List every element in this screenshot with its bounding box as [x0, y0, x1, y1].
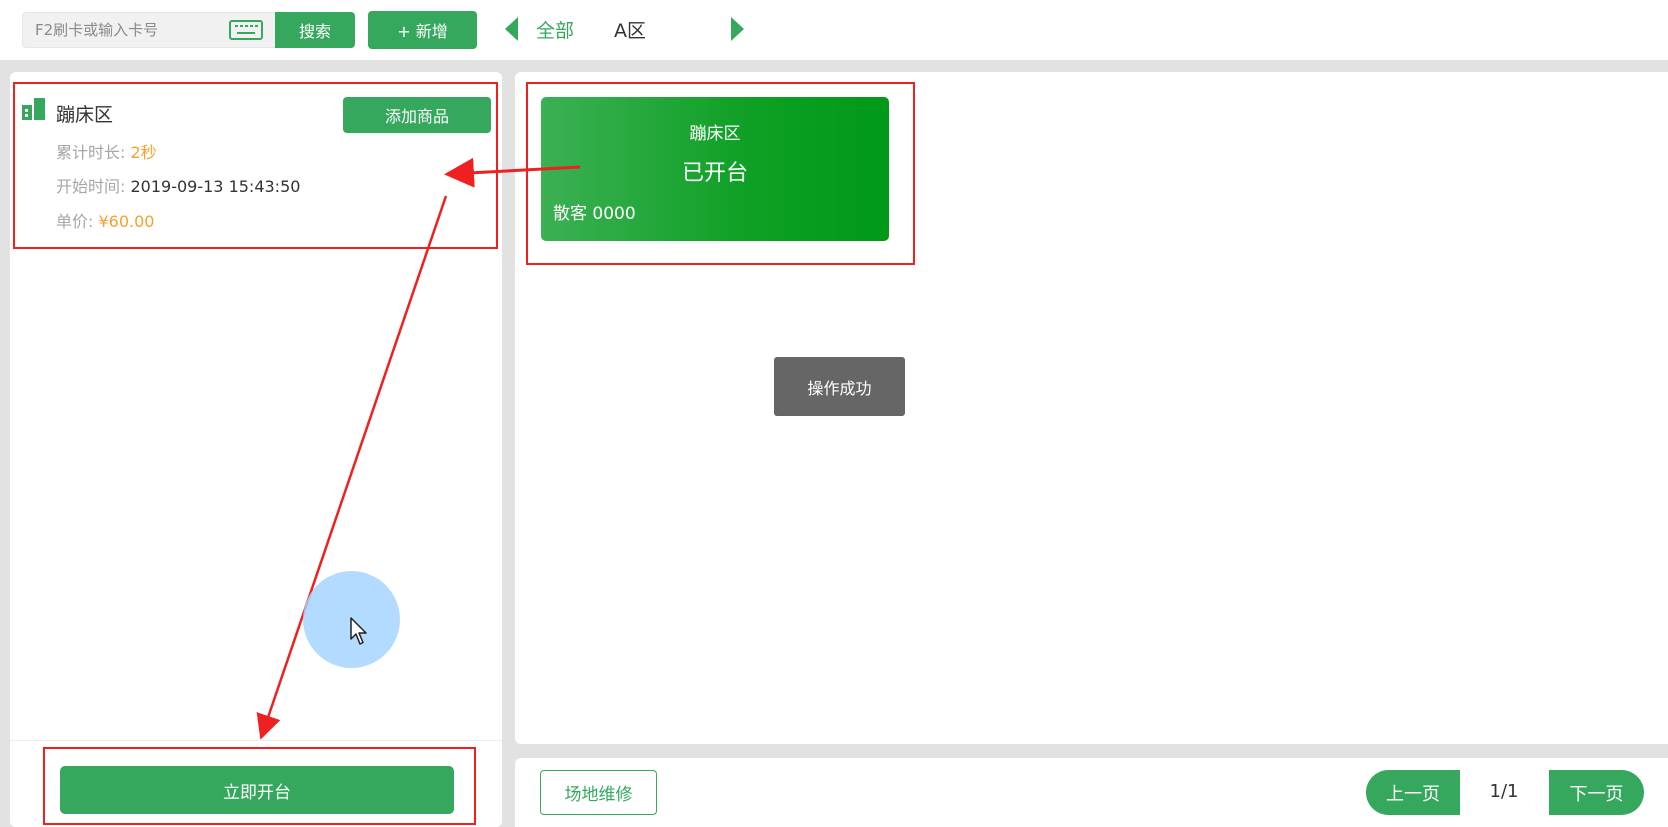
- start-time-row: 开始时间: 2019-09-13 15:43:50: [56, 173, 300, 197]
- mouse-cursor-icon: [350, 617, 367, 645]
- card-guest: 散客 0000: [553, 204, 636, 224]
- duration-row: 累计时长: 2秒: [56, 139, 157, 163]
- venue-name: 蹦床区: [56, 104, 114, 126]
- search-box: 搜索: [22, 12, 355, 48]
- start-time-value: 2019-09-13 15:43:50: [130, 177, 301, 196]
- duration-label: 累计时长:: [56, 143, 126, 162]
- card-venue-name: 蹦床区: [689, 124, 741, 144]
- panel-divider: [10, 740, 502, 741]
- add-goods-button[interactable]: 添加商品: [343, 97, 491, 133]
- prev-page-button[interactable]: 上一页: [1366, 770, 1460, 815]
- card-status: 已开台: [681, 161, 748, 186]
- price-label: 单价:: [56, 212, 94, 231]
- start-time-label: 开始时间:: [56, 177, 126, 196]
- building-icon: [22, 98, 45, 120]
- tab-all[interactable]: 全部: [536, 16, 574, 43]
- success-toast: 操作成功: [774, 357, 905, 416]
- card-search-input[interactable]: [23, 13, 223, 47]
- tab-prev-arrow-icon[interactable]: [505, 17, 518, 41]
- page-indicator: 1/1: [1489, 781, 1519, 802]
- venue-repair-button[interactable]: 场地维修: [540, 770, 657, 815]
- next-page-button[interactable]: 下一页: [1549, 770, 1644, 815]
- tab-area-a[interactable]: A区: [614, 16, 646, 43]
- venue-card[interactable]: 蹦床区 已开台 散客 0000: [541, 97, 889, 241]
- price-row: 单价: ¥60.00: [56, 208, 154, 232]
- keyboard-icon[interactable]: [229, 20, 263, 40]
- open-now-button[interactable]: 立即开台: [60, 766, 454, 814]
- search-button[interactable]: 搜索: [275, 12, 355, 48]
- tab-next-arrow-icon[interactable]: [731, 17, 744, 41]
- duration-value: 2秒: [130, 143, 157, 162]
- add-new-button[interactable]: + 新增: [368, 11, 477, 49]
- price-value: ¥60.00: [98, 212, 155, 231]
